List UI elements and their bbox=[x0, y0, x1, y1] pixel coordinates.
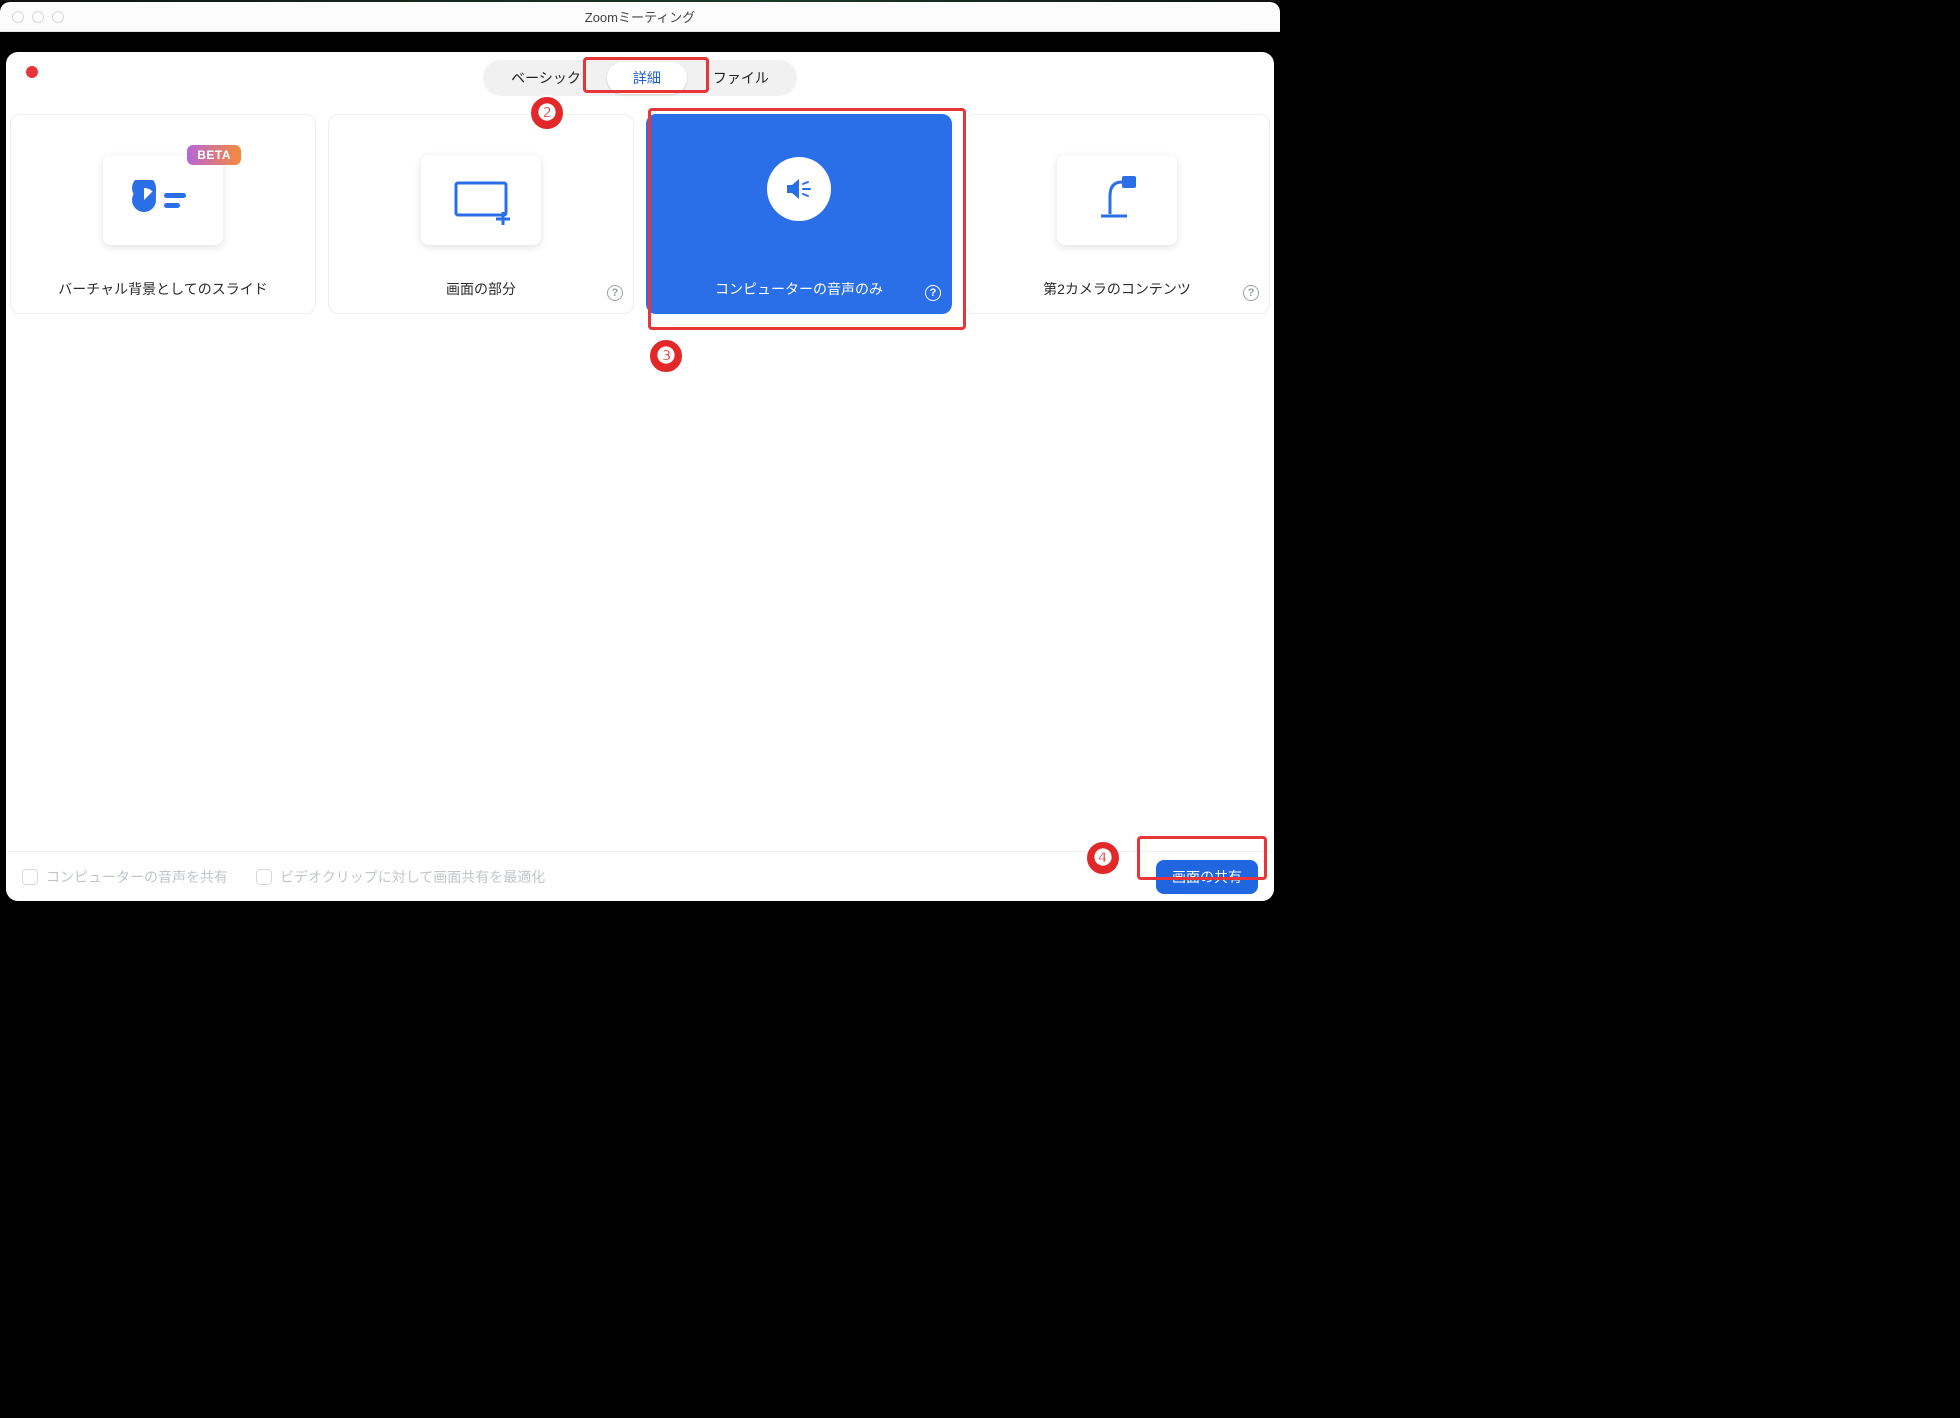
checkbox-label: コンピューターの音声を共有 bbox=[46, 867, 228, 887]
video-background-strip bbox=[0, 32, 1280, 52]
share-option-label: 第2カメラのコンテンツ bbox=[1043, 279, 1191, 299]
checkbox-box bbox=[22, 869, 38, 885]
share-tabbar: ベーシック 詳細 ファイル bbox=[6, 60, 1274, 96]
slides-thumbnail: BETA bbox=[103, 155, 223, 245]
window-title: Zoomミーティング bbox=[0, 7, 1280, 26]
recording-indicator-icon bbox=[26, 66, 38, 78]
second-camera-thumbnail bbox=[1057, 155, 1177, 245]
zoom-window-button[interactable] bbox=[52, 11, 64, 23]
share-option-virtual-bg-slides[interactable]: BETA バーチャル背景としてのスライド bbox=[10, 114, 316, 314]
share-option-label: コンピューターの音声のみ bbox=[715, 279, 883, 299]
close-window-button[interactable] bbox=[12, 11, 24, 23]
window-titlebar: Zoomミーティング bbox=[0, 2, 1280, 32]
checkbox-share-computer-audio: コンピューターの音声を共有 bbox=[22, 867, 228, 887]
share-option-grid: BETA バーチャル背景としてのスライド 画面の部分 ? bbox=[6, 96, 1274, 851]
speaker-icon bbox=[781, 171, 817, 207]
share-option-label: バーチャル背景としてのスライド bbox=[58, 279, 267, 299]
document-camera-icon bbox=[1087, 170, 1147, 230]
checkbox-optimize-video-clip: ビデオクリップに対して画面共有を最適化 bbox=[256, 867, 545, 887]
share-screen-button[interactable]: 画面の共有 bbox=[1156, 860, 1258, 894]
dialog-footer: コンピューターの音声を共有 ビデオクリップに対して画面共有を最適化 画面の共有 bbox=[6, 851, 1274, 901]
checkbox-box bbox=[256, 869, 272, 885]
tab-file[interactable]: ファイル bbox=[687, 62, 795, 94]
checkbox-label: ビデオクリップに対して画面共有を最適化 bbox=[280, 867, 545, 887]
slides-icon bbox=[128, 180, 198, 220]
traffic-lights bbox=[0, 11, 64, 23]
share-option-computer-audio-only[interactable]: コンピューターの音声のみ ? bbox=[646, 114, 952, 314]
share-option-second-camera[interactable]: 第2カメラのコンテンツ ? bbox=[964, 114, 1270, 314]
share-option-label: 画面の部分 bbox=[446, 279, 516, 299]
share-tab-segment: ベーシック 詳細 ファイル bbox=[483, 60, 797, 96]
share-screen-dialog: ベーシック 詳細 ファイル BETA バーチャル背景としてのスライド bbox=[6, 52, 1274, 901]
help-icon[interactable]: ? bbox=[607, 285, 623, 301]
share-option-screen-portion[interactable]: 画面の部分 ? bbox=[328, 114, 634, 314]
help-icon[interactable]: ? bbox=[1243, 285, 1259, 301]
minimize-window-button[interactable] bbox=[32, 11, 44, 23]
audio-thumbnail bbox=[767, 157, 831, 221]
tab-basic[interactable]: ベーシック bbox=[485, 62, 607, 94]
help-icon[interactable]: ? bbox=[925, 285, 941, 301]
beta-badge: BETA bbox=[187, 145, 241, 165]
tab-advanced[interactable]: 詳細 bbox=[607, 62, 687, 94]
screen-portion-icon bbox=[446, 175, 516, 225]
video-background-bottom bbox=[0, 901, 1280, 925]
portion-thumbnail bbox=[421, 155, 541, 245]
